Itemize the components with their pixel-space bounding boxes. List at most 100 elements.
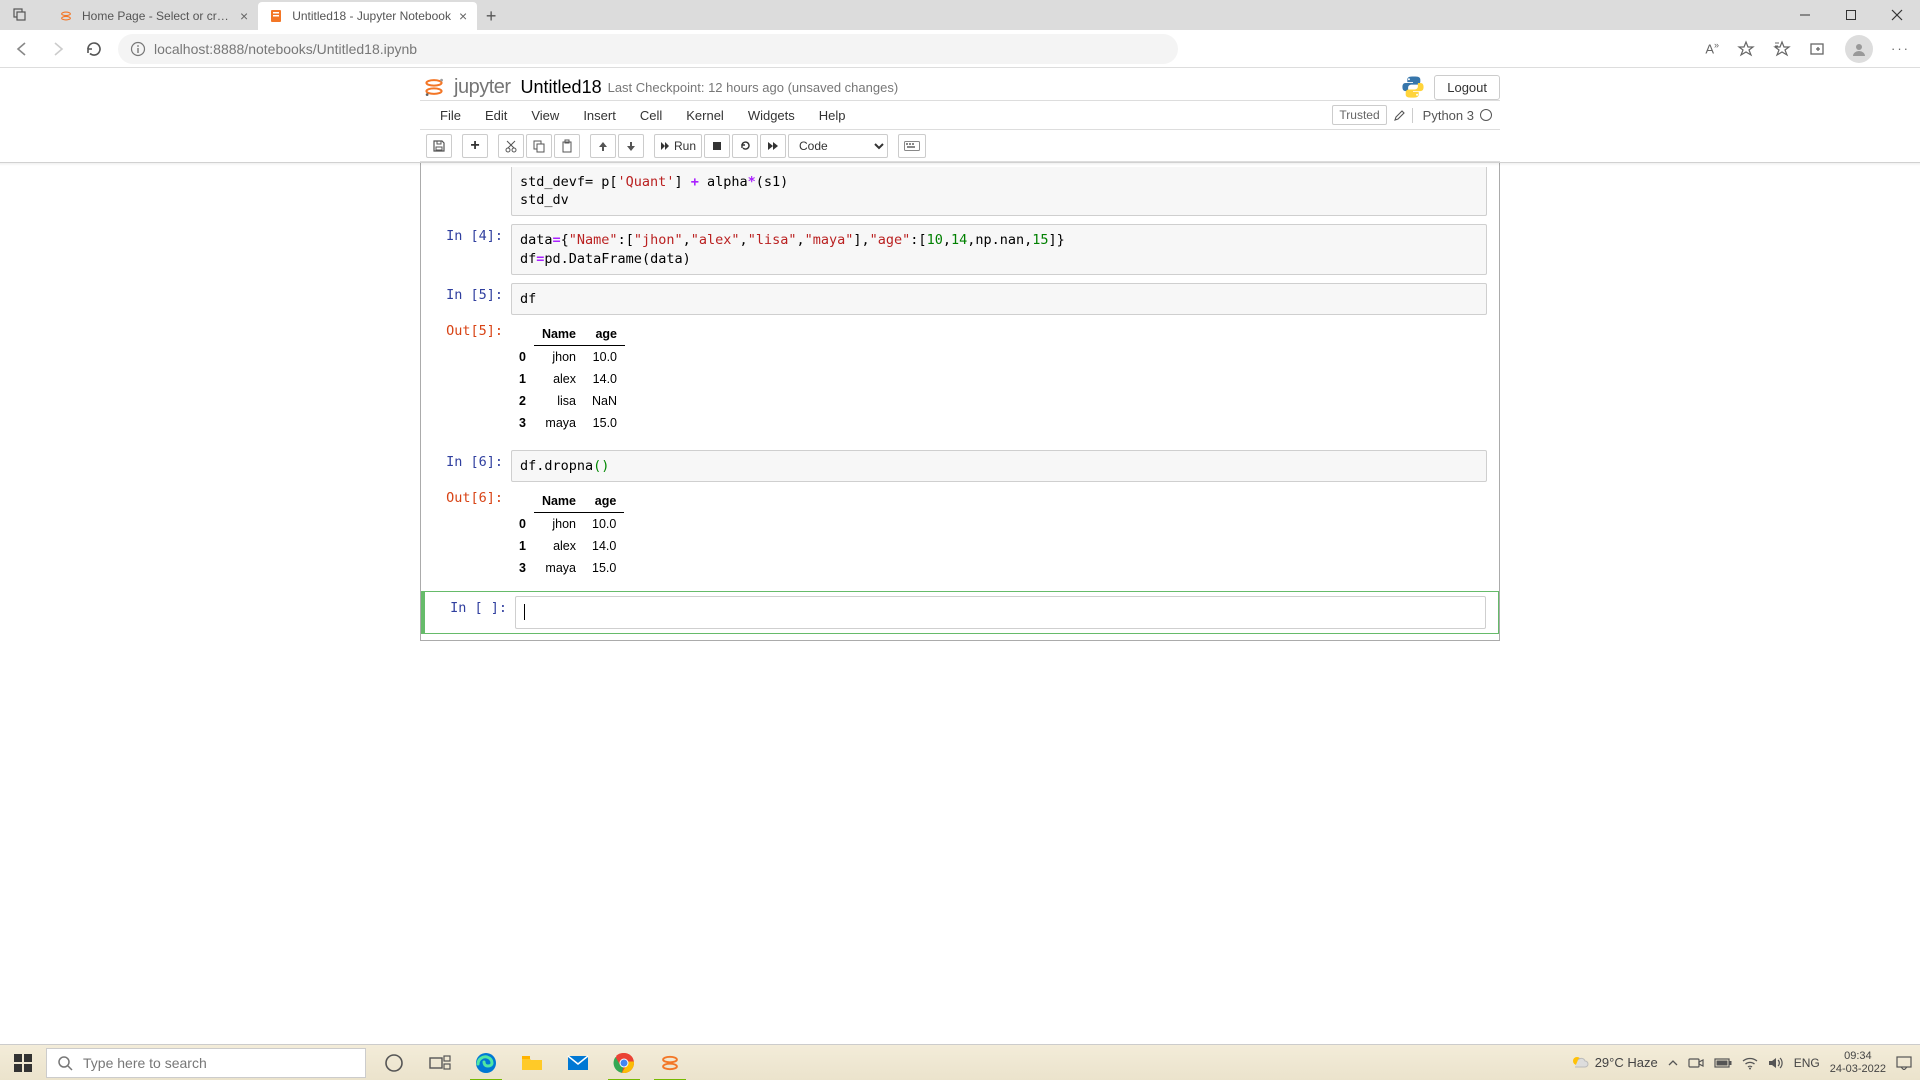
restart-button[interactable] — [732, 134, 758, 158]
collections-icon[interactable] — [1809, 40, 1827, 58]
menu-file[interactable]: File — [428, 108, 473, 123]
table-row: 2lisaNaN — [511, 390, 625, 412]
code-cell[interactable]: In [6]: df.dropna() — [421, 446, 1499, 486]
profile-icon[interactable] — [1845, 35, 1873, 63]
close-icon[interactable]: × — [459, 8, 467, 24]
code-input[interactable]: df.dropna() — [511, 450, 1487, 482]
notifications-icon[interactable] — [1896, 1056, 1912, 1070]
table-row: 1alex14.0 — [511, 368, 625, 390]
edit-icon[interactable] — [1393, 109, 1406, 122]
weather-widget[interactable]: 29°C Haze — [1569, 1053, 1658, 1073]
url-text: localhost:8888/notebooks/Untitled18.ipyn… — [154, 41, 417, 57]
code-cell[interactable]: In [5]: df — [421, 279, 1499, 319]
code-input[interactable]: data={"Name":["jhon","alex","lisa","maya… — [511, 224, 1487, 274]
clock[interactable]: 09:34 24-03-2022 — [1830, 1050, 1886, 1074]
meet-now-icon[interactable] — [1688, 1056, 1704, 1070]
move-down-button[interactable] — [618, 134, 644, 158]
code-input[interactable]: df — [511, 283, 1487, 315]
battery-icon[interactable] — [1714, 1057, 1732, 1069]
search-icon — [57, 1055, 73, 1071]
restart-run-all-button[interactable] — [760, 134, 786, 158]
menu-kernel[interactable]: Kernel — [674, 108, 736, 123]
in-prompt: In [6]: — [421, 450, 511, 482]
browser-tab-1[interactable]: Untitled18 - Jupyter Notebook × — [258, 2, 477, 30]
start-button[interactable] — [0, 1045, 46, 1080]
paste-button[interactable] — [554, 134, 580, 158]
browser-tab-0[interactable]: Home Page - Select or create a n × — [48, 2, 258, 30]
address-bar[interactable]: localhost:8888/notebooks/Untitled18.ipyn… — [118, 34, 1178, 64]
minimize-button[interactable] — [1782, 0, 1828, 30]
browser-toolbar: localhost:8888/notebooks/Untitled18.ipyn… — [0, 30, 1920, 68]
close-icon[interactable]: × — [240, 8, 248, 24]
tab-actions-icon[interactable] — [6, 0, 34, 30]
move-up-button[interactable] — [590, 134, 616, 158]
out-prompt: Out[5]: — [421, 319, 511, 442]
run-button[interactable]: Run — [654, 134, 702, 158]
celltype-select[interactable]: Code — [788, 134, 888, 158]
logout-button[interactable]: Logout — [1434, 75, 1500, 100]
notebook-area: std_devf= p['Quant'] + alpha*(s1) std_dv… — [420, 163, 1500, 641]
browser-tabs: Home Page - Select or create a n × Untit… — [48, 0, 505, 30]
cortana-icon[interactable] — [372, 1045, 416, 1080]
code-cell[interactable]: In [4]: data={"Name":["jhon","alex","lis… — [421, 220, 1499, 278]
table-row: 3maya15.0 — [511, 412, 625, 434]
notebook-title[interactable]: Untitled18 — [521, 77, 602, 98]
favorite-icon[interactable] — [1737, 40, 1755, 58]
language-indicator[interactable]: ENG — [1794, 1056, 1820, 1070]
windows-taskbar: Type here to search 29°C Haze ENG 09:34 … — [0, 1044, 1920, 1080]
site-info-icon[interactable] — [130, 41, 146, 57]
table-row: 3maya15.0 — [511, 557, 624, 579]
code-input[interactable]: ​ — [515, 596, 1486, 628]
in-prompt: In [ ]: — [425, 596, 515, 628]
save-button[interactable] — [426, 134, 452, 158]
close-window-button[interactable] — [1874, 0, 1920, 30]
interrupt-button[interactable] — [704, 134, 730, 158]
wifi-icon[interactable] — [1742, 1056, 1758, 1070]
volume-icon[interactable] — [1768, 1056, 1784, 1070]
mail-icon[interactable] — [556, 1045, 600, 1080]
edge-icon[interactable] — [464, 1045, 508, 1080]
jupyter-taskbar-icon[interactable] — [648, 1045, 692, 1080]
cut-button[interactable] — [498, 134, 524, 158]
new-tab-button[interactable]: + — [477, 2, 505, 30]
insert-cell-button[interactable]: + — [462, 134, 488, 158]
jupyter-favicon-icon — [58, 8, 74, 24]
tab-title: Untitled18 - Jupyter Notebook — [292, 9, 451, 23]
jupyter-header: jupyter Untitled18 Last Checkpoint: 12 h… — [420, 68, 1500, 100]
more-icon[interactable]: ··· — [1891, 41, 1910, 56]
python-logo-icon — [1400, 74, 1426, 100]
file-explorer-icon[interactable] — [510, 1045, 554, 1080]
copy-button[interactable] — [526, 134, 552, 158]
code-input[interactable]: std_devf= p['Quant'] + alpha*(s1) std_dv — [511, 167, 1487, 216]
jupyter-brand: jupyter — [454, 76, 511, 99]
search-placeholder: Type here to search — [83, 1055, 207, 1071]
taskbar-search[interactable]: Type here to search — [46, 1048, 366, 1078]
forward-button[interactable] — [46, 37, 70, 61]
kernel-indicator[interactable]: Python 3 — [1412, 108, 1492, 123]
kernel-idle-icon — [1480, 109, 1492, 121]
code-cell-active[interactable]: In [ ]: ​ — [421, 591, 1499, 633]
tab-title: Home Page - Select or create a n — [82, 9, 232, 23]
maximize-button[interactable] — [1828, 0, 1874, 30]
notebook-favicon-icon — [268, 8, 284, 24]
table-row: 0jhon10.0 — [511, 346, 625, 369]
task-view-icon[interactable] — [418, 1045, 462, 1080]
back-button[interactable] — [10, 37, 34, 61]
trusted-indicator[interactable]: Trusted — [1332, 105, 1386, 125]
code-cell[interactable]: std_devf= p['Quant'] + alpha*(s1) std_dv — [421, 163, 1499, 220]
show-hidden-icon[interactable] — [1668, 1058, 1678, 1068]
read-aloud-icon[interactable]: A» — [1705, 40, 1719, 56]
menu-insert[interactable]: Insert — [571, 108, 628, 123]
out-prompt: Out[6]: — [421, 486, 511, 587]
menu-view[interactable]: View — [519, 108, 571, 123]
favorites-bar-icon[interactable] — [1773, 40, 1791, 58]
menu-help[interactable]: Help — [807, 108, 858, 123]
menu-cell[interactable]: Cell — [628, 108, 674, 123]
menu-edit[interactable]: Edit — [473, 108, 519, 123]
refresh-button[interactable] — [82, 37, 106, 61]
menu-widgets[interactable]: Widgets — [736, 108, 807, 123]
command-palette-button[interactable] — [898, 134, 926, 158]
jupyter-logo[interactable]: jupyter — [420, 76, 511, 99]
chrome-icon[interactable] — [602, 1045, 646, 1080]
in-prompt — [421, 167, 511, 216]
